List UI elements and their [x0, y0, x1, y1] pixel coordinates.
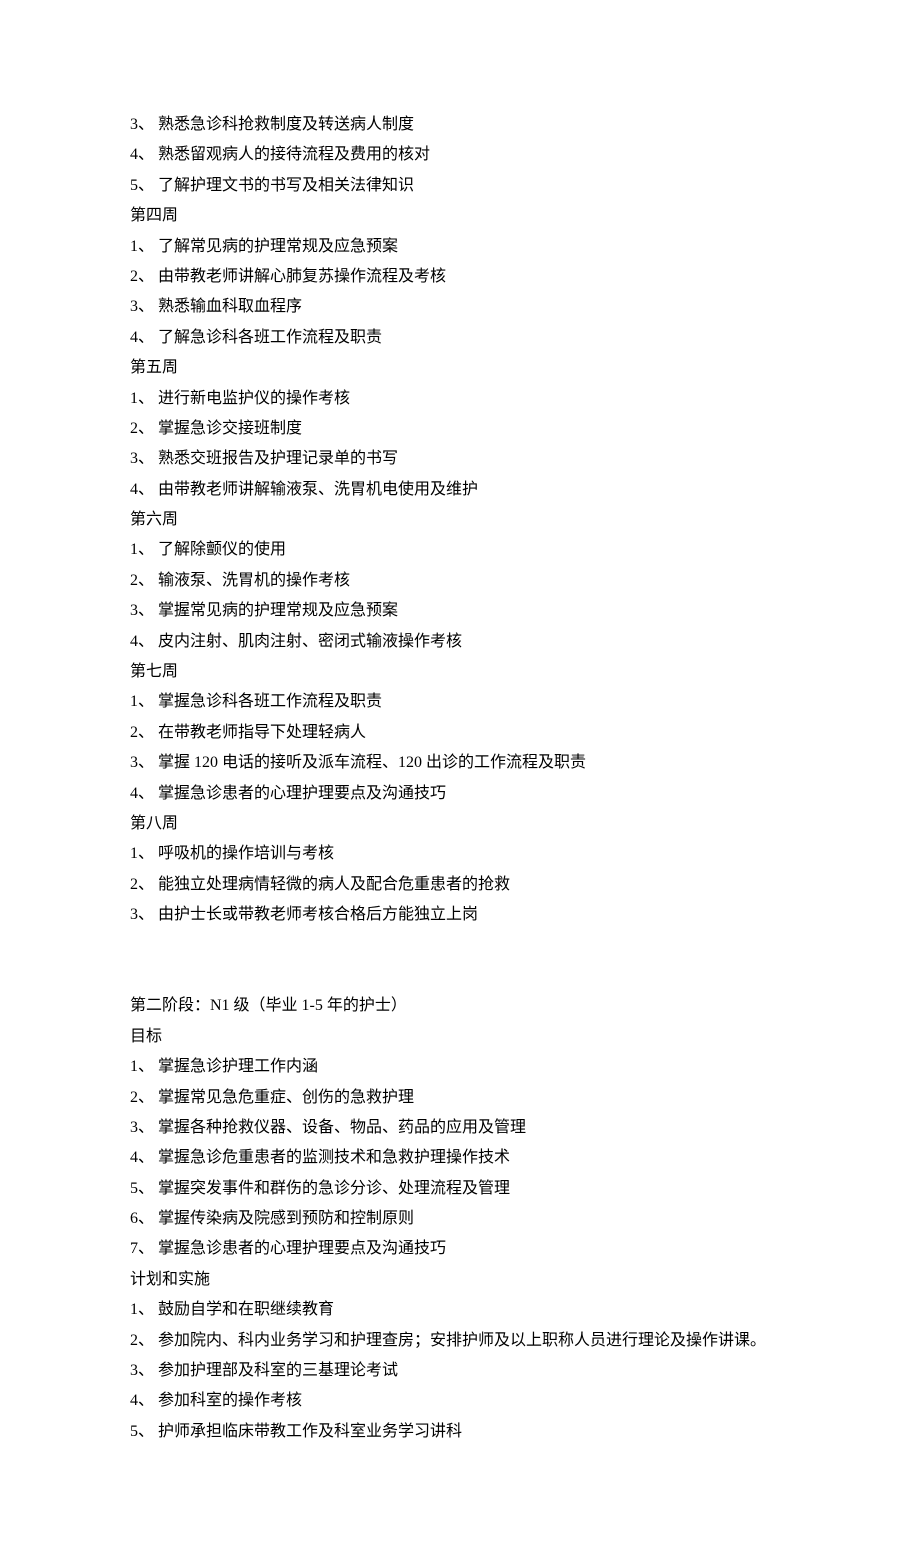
document-body: 3、 熟悉急诊科抢救制度及转送病人制度4、 熟悉留观病人的接待流程及费用的核对5… [130, 110, 790, 1447]
text-line: 第五周 [130, 353, 790, 383]
text-line: 2、 掌握急诊交接班制度 [130, 414, 790, 444]
text-line: 2、 由带教老师讲解心肺复苏操作流程及考核 [130, 262, 790, 292]
text-line: 1、 鼓励自学和在职继续教育 [130, 1295, 790, 1325]
text-line: 3、 参加护理部及科室的三基理论考试 [130, 1356, 790, 1386]
text-line: 第六周 [130, 505, 790, 535]
text-line: 1、 了解常见病的护理常规及应急预案 [130, 232, 790, 262]
text-line: 2、 在带教老师指导下处理轻病人 [130, 718, 790, 748]
text-line: 3、 掌握常见病的护理常规及应急预案 [130, 596, 790, 626]
text-line: 第四周 [130, 201, 790, 231]
text-line: 3、 由护士长或带教老师考核合格后方能独立上岗 [130, 900, 790, 930]
text-line: 5、 了解护理文书的书写及相关法律知识 [130, 171, 790, 201]
text-line: 3、 熟悉急诊科抢救制度及转送病人制度 [130, 110, 790, 140]
text-line: 5、 护师承担临床带教工作及科室业务学习讲科 [130, 1417, 790, 1447]
text-line: 第七周 [130, 657, 790, 687]
text-line: 5、 掌握突发事件和群伤的急诊分诊、处理流程及管理 [130, 1174, 790, 1204]
text-line: 4、 由带教老师讲解输液泵、洗胃机电使用及维护 [130, 475, 790, 505]
text-line [130, 961, 790, 991]
text-line: 3、 掌握各种抢救仪器、设备、物品、药品的应用及管理 [130, 1113, 790, 1143]
text-line: 1、 呼吸机的操作培训与考核 [130, 839, 790, 869]
text-line: 6、 掌握传染病及院感到预防和控制原则 [130, 1204, 790, 1234]
text-line: 第二阶段：N1 级（毕业 1-5 年的护士） [130, 991, 790, 1021]
text-line: 3、 熟悉交班报告及护理记录单的书写 [130, 444, 790, 474]
text-line: 1、 掌握急诊护理工作内涵 [130, 1052, 790, 1082]
text-line: 4、 了解急诊科各班工作流程及职责 [130, 323, 790, 353]
text-line: 4、 掌握急诊患者的心理护理要点及沟通技巧 [130, 779, 790, 809]
text-line [130, 931, 790, 961]
text-line: 3、 熟悉输血科取血程序 [130, 292, 790, 322]
text-line: 4、 皮内注射、肌肉注射、密闭式输液操作考核 [130, 627, 790, 657]
text-line: 3、 掌握 120 电话的接听及派车流程、120 出诊的工作流程及职责 [130, 748, 790, 778]
text-line: 2、 能独立处理病情轻微的病人及配合危重患者的抢救 [130, 870, 790, 900]
text-line: 4、 熟悉留观病人的接待流程及费用的核对 [130, 140, 790, 170]
text-line: 4、 参加科室的操作考核 [130, 1386, 790, 1416]
text-line: 2、 参加院内、科内业务学习和护理查房；安排护师及以上职称人员进行理论及操作讲课… [130, 1326, 790, 1356]
text-line: 2、 输液泵、洗胃机的操作考核 [130, 566, 790, 596]
text-line: 1、 了解除颤仪的使用 [130, 535, 790, 565]
text-line: 4、 掌握急诊危重患者的监测技术和急救护理操作技术 [130, 1143, 790, 1173]
text-line: 计划和实施 [130, 1265, 790, 1295]
text-line: 目标 [130, 1022, 790, 1052]
text-line: 1、 掌握急诊科各班工作流程及职责 [130, 687, 790, 717]
text-line: 1、 进行新电监护仪的操作考核 [130, 384, 790, 414]
text-line: 第八周 [130, 809, 790, 839]
text-line: 7、 掌握急诊患者的心理护理要点及沟通技巧 [130, 1234, 790, 1264]
text-line: 2、 掌握常见急危重症、创伤的急救护理 [130, 1083, 790, 1113]
